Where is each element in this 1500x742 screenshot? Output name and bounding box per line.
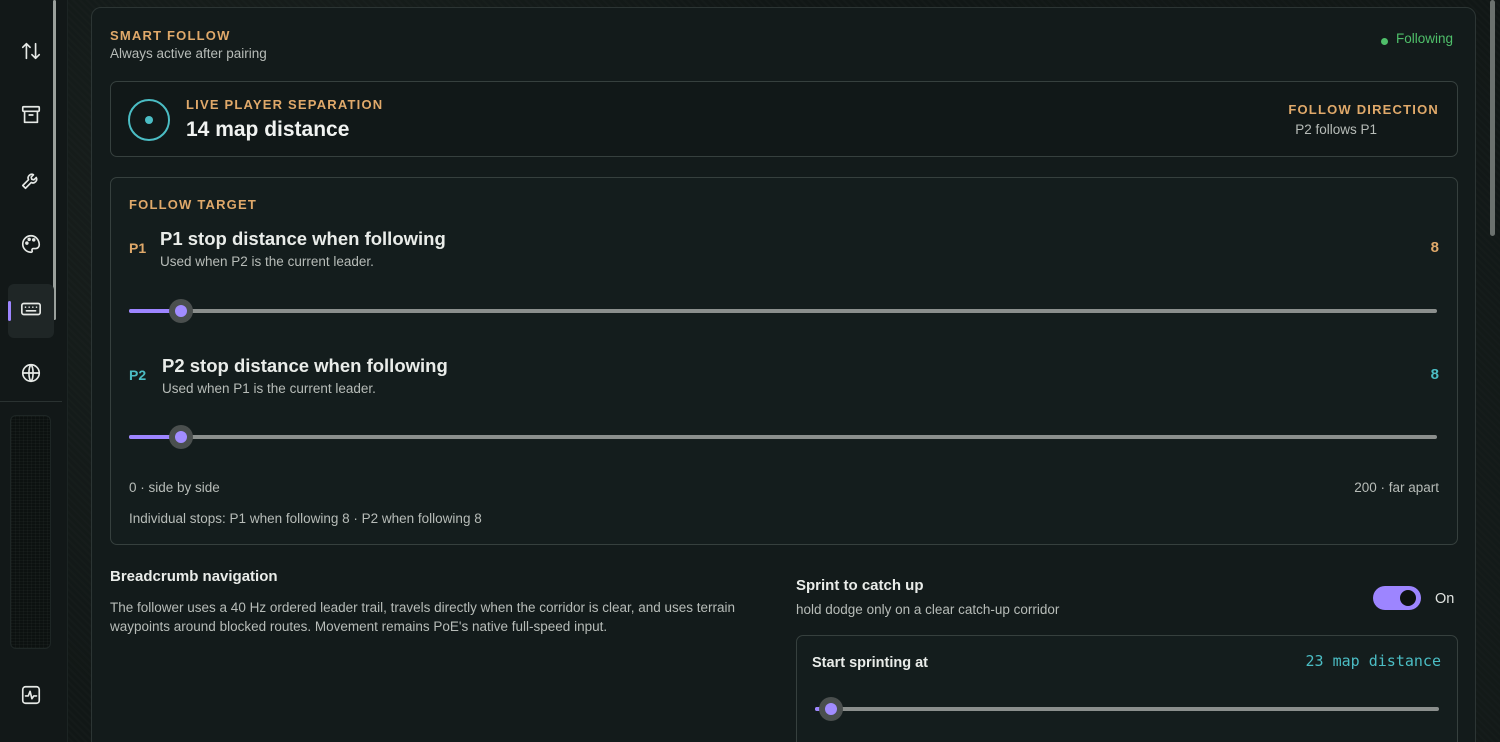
direction-value: P2 follows P1 <box>1295 122 1377 137</box>
toggle-knob <box>1400 590 1416 606</box>
p1-subtitle: Used when P2 is the current leader. <box>160 254 374 269</box>
panel-subtitle: Always active after pairing <box>110 46 267 61</box>
breadcrumb-description: The follower uses a 40 Hz ordered leader… <box>110 600 736 634</box>
sprint-threshold-box: Start sprinting at 23 map distance <box>796 635 1458 742</box>
p2-title: P2 stop distance when following <box>162 355 448 376</box>
sidebar-item-diagnostics[interactable] <box>8 670 54 724</box>
status-badge: Following <box>1380 31 1453 46</box>
sprint-start-label: Start sprinting at <box>812 655 929 671</box>
separation-label: LIVE PLAYER SEPARATION <box>186 97 384 112</box>
archive-icon <box>20 104 42 131</box>
sidebar-item-language[interactable] <box>8 348 54 402</box>
p2-stop-distance-slider[interactable] <box>129 425 1437 449</box>
sidebar-item-appearance[interactable] <box>8 219 54 273</box>
sprint-subtitle: hold dodge only on a clear catch-up corr… <box>796 602 1060 617</box>
sidebar <box>0 0 68 742</box>
slider-thumb[interactable] <box>169 425 194 449</box>
globe-icon <box>20 362 42 389</box>
range-min-label: 0 · side by side <box>129 480 220 495</box>
p2-subtitle: Used when P1 is the current leader. <box>162 381 376 396</box>
status-text: Following <box>1395 31 1453 46</box>
sidebar-item-controls[interactable] <box>8 284 54 338</box>
status-dot-icon <box>1380 38 1388 45</box>
p1-title: P1 stop distance when following <box>160 228 446 249</box>
palette-icon <box>20 233 42 260</box>
sidebar-item-transfer[interactable] <box>8 26 54 80</box>
sprint-title: Sprint to catch up <box>796 577 924 594</box>
individual-stops-summary: Individual stops: P1 when following 8 · … <box>129 511 482 526</box>
sprint-start-value: 23 map distance <box>1305 652 1441 670</box>
p2-value: 8 <box>1430 366 1439 383</box>
sidebar-divider <box>0 401 62 402</box>
wrench-icon <box>20 169 42 196</box>
sprint-threshold-slider[interactable] <box>815 697 1439 721</box>
target-icon <box>128 99 170 141</box>
slider-thumb[interactable] <box>169 299 194 323</box>
smart-follow-panel: SMART FOLLOW Always active after pairing… <box>91 7 1476 742</box>
activity-icon <box>20 684 42 711</box>
follow-target-label: FOLLOW TARGET <box>129 197 258 212</box>
main-scrollbar[interactable] <box>1490 0 1495 236</box>
separation-value: 14 map distance <box>186 118 350 141</box>
sidebar-item-archive[interactable] <box>8 90 54 144</box>
p1-stop-distance-slider[interactable] <box>129 299 1437 323</box>
map-preview[interactable] <box>10 415 51 649</box>
separation-box: LIVE PLAYER SEPARATION 14 map distance F… <box>110 81 1458 157</box>
keyboard-icon <box>20 298 42 325</box>
slider-thumb[interactable] <box>818 697 843 721</box>
sprint-toggle[interactable] <box>1373 586 1421 610</box>
p1-value: 8 <box>1430 239 1439 256</box>
panel-title: SMART FOLLOW <box>110 28 231 43</box>
range-max-label: 200 · far apart <box>1354 480 1439 495</box>
sprint-toggle-label: On <box>1435 591 1455 607</box>
arrows-up-down-icon <box>20 40 42 67</box>
direction-label: FOLLOW DIRECTION <box>1288 102 1439 117</box>
breadcrumb-title: Breadcrumb navigation <box>110 568 278 585</box>
p1-tag: P1 <box>129 240 147 256</box>
p2-tag: P2 <box>129 367 147 383</box>
sidebar-item-tools[interactable] <box>8 155 54 209</box>
follow-target-box: FOLLOW TARGET P1 P1 stop distance when f… <box>110 177 1458 545</box>
